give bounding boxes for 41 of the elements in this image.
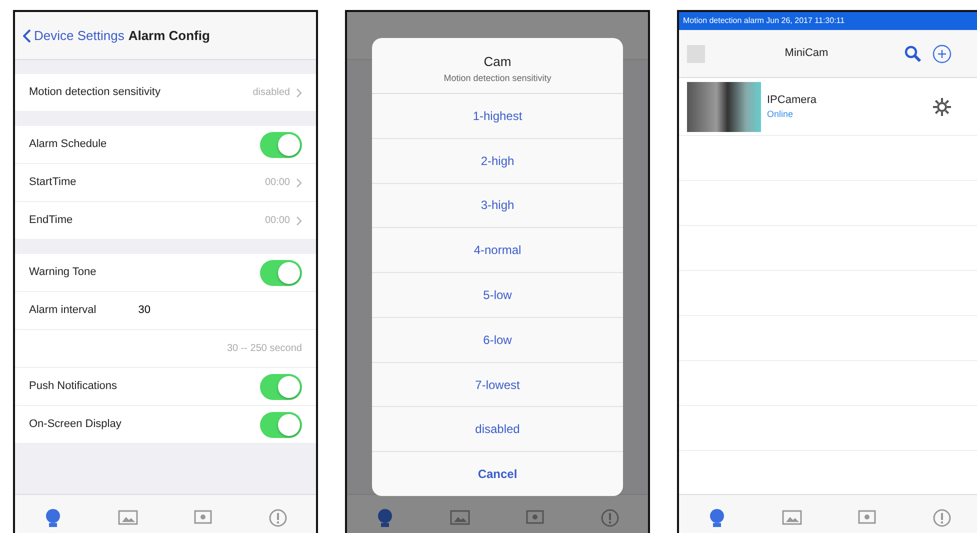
input-field[interactable]: 30	[136, 301, 216, 320]
range-hint: 30 -- 250 second	[226, 342, 302, 356]
notification-banner: Motion detection alarm Jun 26, 2017 11:30:11	[679, 12, 977, 30]
device-name: IPCamera	[767, 92, 818, 108]
exclamation-icon	[599, 506, 622, 528]
setting-label: Motion detection sensitivity	[29, 85, 162, 100]
add-icon[interactable]	[932, 44, 952, 64]
sheet-subtitle: Motion detection sensitivity	[442, 72, 552, 85]
sheet-title: Cam	[482, 53, 512, 71]
sensitivity-option[interactable]: 7-lowest	[372, 362, 623, 408]
setting-label: Push Notifications	[29, 379, 118, 394]
screen-title: Alarm Config	[128, 26, 210, 45]
cancel-button[interactable]: Cancel	[372, 452, 623, 496]
chevron-icon	[296, 178, 302, 188]
sensitivity-option[interactable]: 2-high	[372, 138, 623, 184]
sensitivity-option[interactable]: 1-highest	[372, 94, 623, 139]
sensitivity-option[interactable]: 4-normal	[372, 228, 623, 274]
gear-icon[interactable]	[932, 96, 952, 116]
exclamation-icon	[931, 506, 954, 528]
sensitivity-option[interactable]: 6-low	[372, 318, 623, 363]
setting-label: Alarm Schedule	[29, 137, 108, 152]
screen-title: MiniCam	[784, 46, 830, 62]
chevron-icon	[296, 88, 302, 98]
toggle-switch[interactable]	[260, 412, 302, 438]
setting-label: StartTime	[29, 175, 78, 190]
toggle-switch[interactable]	[260, 132, 302, 158]
back-chevron-icon	[23, 28, 31, 42]
sensitivity-option[interactable]: 3-high	[372, 184, 623, 228]
back-button[interactable]: Device Settings	[23, 26, 124, 46]
toggle-switch[interactable]	[260, 260, 302, 286]
sensitivity-option[interactable]: disabled	[372, 407, 623, 452]
device-status: Online	[767, 108, 794, 121]
chevron-icon	[296, 216, 302, 226]
search-icon[interactable]	[904, 44, 922, 62]
setting-label: Alarm interval	[29, 303, 96, 318]
sensitivity-option[interactable]: 5-low	[372, 273, 623, 318]
toggle-switch[interactable]	[260, 374, 302, 400]
setting-label: EndTime	[29, 213, 74, 228]
setting-label: Warning Tone	[29, 265, 98, 280]
exclamation-icon	[267, 506, 290, 528]
setting-label: On-Screen Display	[29, 417, 122, 432]
